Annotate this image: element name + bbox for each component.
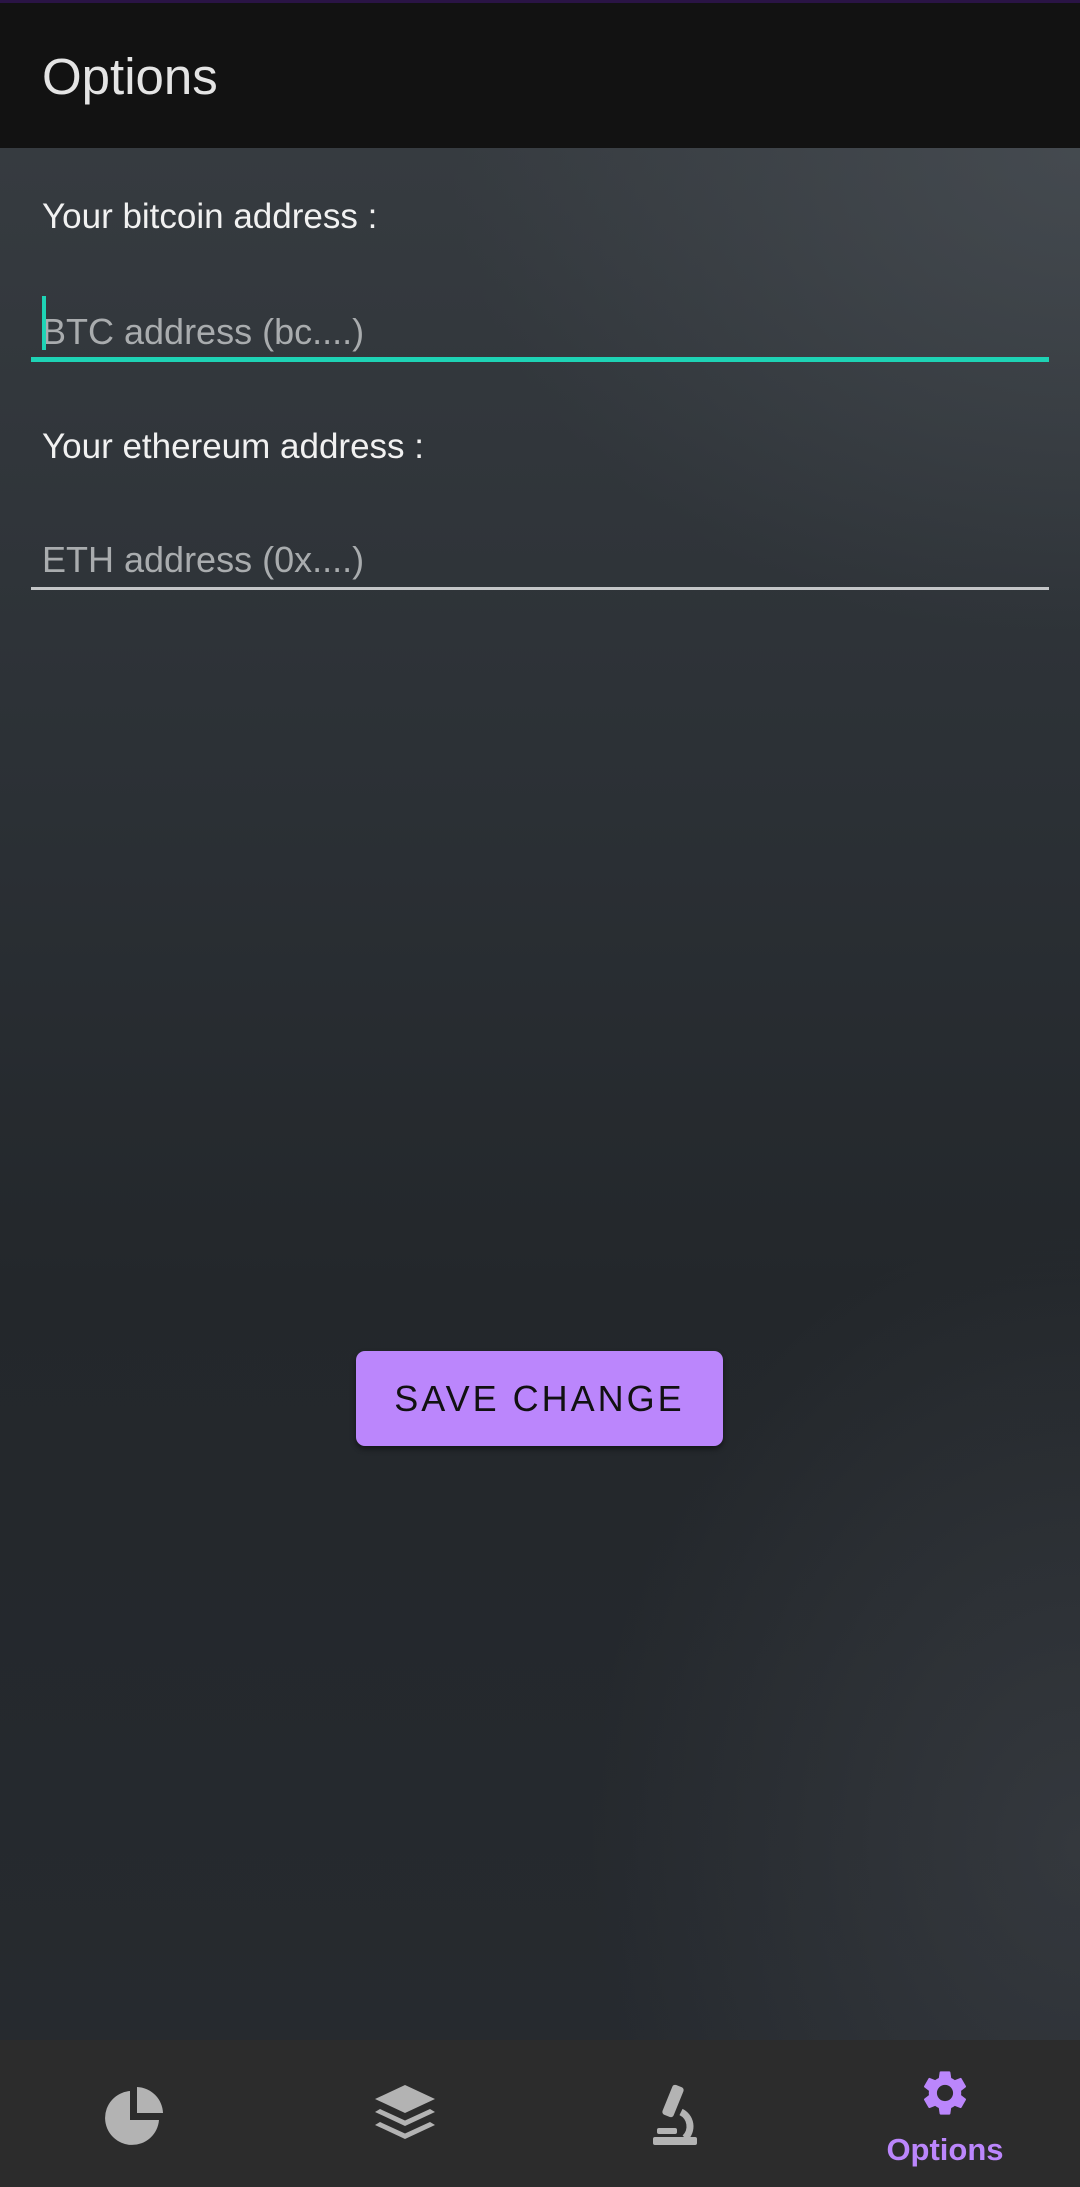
- btc-address-input[interactable]: [42, 302, 1042, 362]
- nav-item-research[interactable]: [540, 2040, 810, 2187]
- text-cursor: [42, 296, 46, 350]
- gear-icon: [923, 2071, 967, 2115]
- microscope-icon: [653, 2084, 697, 2145]
- bottom-navigation: Options: [0, 2040, 1080, 2187]
- nav-item-options[interactable]: Options: [810, 2040, 1080, 2187]
- nav-label-options: Options: [886, 2132, 1004, 2167]
- page-title: Options: [42, 48, 218, 105]
- layers-icon: [375, 2085, 435, 2139]
- btc-input-underline: [31, 357, 1049, 362]
- nav-item-portfolio[interactable]: [0, 2040, 270, 2187]
- eth-address-field[interactable]: [31, 530, 1049, 590]
- nav-item-layers[interactable]: [270, 2040, 540, 2187]
- btc-address-field[interactable]: [31, 296, 1049, 362]
- eth-address-input[interactable]: [42, 530, 1042, 590]
- eth-input-underline: [31, 587, 1049, 590]
- pie-chart-icon: [105, 2087, 163, 2145]
- app-bar: Options: [0, 3, 1080, 148]
- btc-address-label: Your bitcoin address :: [42, 197, 378, 236]
- eth-address-label: Your ethereum address :: [42, 427, 424, 466]
- save-change-button[interactable]: SAVE CHANGE: [356, 1351, 723, 1446]
